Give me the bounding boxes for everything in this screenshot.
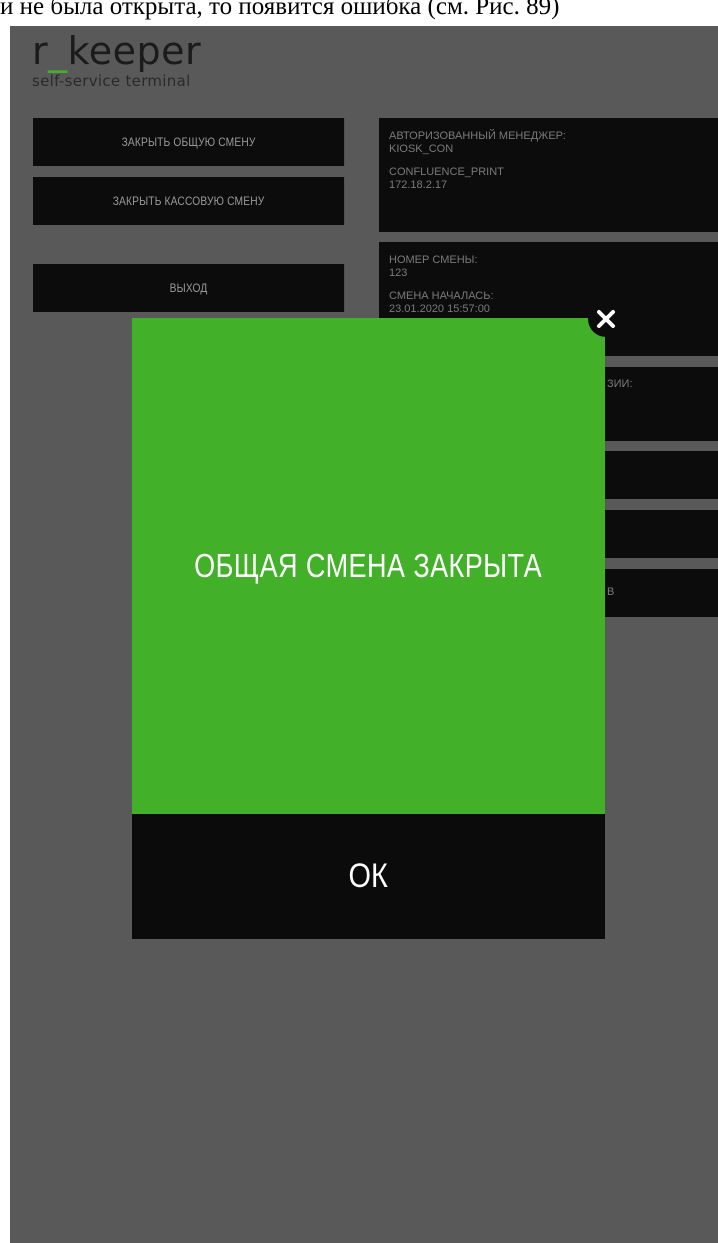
partial-info-label: ЗИИ: bbox=[607, 378, 633, 390]
close-icon bbox=[597, 310, 615, 328]
partial-button-1[interactable] bbox=[600, 451, 718, 499]
shift-number-value: 123 bbox=[389, 267, 408, 279]
manager-info-panel: АВТОРИЗОВАННЫЙ МЕНЕДЖЕР: KIOSK_CON CONFL… bbox=[379, 118, 718, 232]
close-cash-shift-button[interactable]: ЗАКРЫТЬ КАССОВУЮ СМЕНУ bbox=[33, 177, 345, 225]
document-caption: и не была открыта, то появится ошибка (с… bbox=[0, 0, 560, 20]
logo-suffix: keeper bbox=[67, 29, 202, 73]
logo-prefix: r bbox=[32, 29, 49, 73]
shift-closed-dialog: ОБЩАЯ СМЕНА ЗАКРЫТА ОК bbox=[132, 318, 605, 939]
exit-button[interactable]: ВЫХОД bbox=[33, 264, 345, 312]
partial-button-3-label: В bbox=[607, 586, 615, 598]
exit-label: ВЫХОД bbox=[169, 281, 208, 295]
logo-underscore: _ bbox=[48, 29, 68, 73]
dialog-body: ОБЩАЯ СМЕНА ЗАКРЫТА bbox=[132, 318, 605, 814]
partial-button-2[interactable] bbox=[600, 510, 718, 558]
logo-wordmark: r_keeper bbox=[32, 28, 201, 74]
shift-started-value: 23.01.2020 15:57:00 bbox=[389, 303, 490, 315]
printer-label: CONFLUENCE_PRINT bbox=[389, 166, 504, 178]
logo: r_keeper self-service terminal bbox=[32, 28, 201, 90]
close-general-shift-label: ЗАКРЫТЬ ОБЩУЮ СМЕНУ bbox=[121, 135, 256, 149]
ok-button[interactable]: ОК bbox=[132, 814, 605, 939]
printer-value: 172.18.2.17 bbox=[389, 179, 448, 191]
shift-started-label: СМЕНА НАЧАЛАСЬ: bbox=[389, 290, 494, 302]
logo-tagline: self-service terminal bbox=[32, 72, 191, 90]
ok-label: ОК bbox=[348, 857, 389, 895]
manager-value: KIOSK_CON bbox=[389, 143, 454, 155]
close-dialog-button[interactable] bbox=[588, 301, 624, 337]
close-cash-shift-label: ЗАКРЫТЬ КАССОВУЮ СМЕНУ bbox=[112, 194, 265, 208]
close-general-shift-button[interactable]: ЗАКРЫТЬ ОБЩУЮ СМЕНУ bbox=[33, 118, 345, 166]
dialog-message: ОБЩАЯ СМЕНА ЗАКРЫТА bbox=[194, 547, 543, 584]
kiosk-screen: r_keeper self-service terminal ЗАКРЫТЬ О… bbox=[10, 26, 718, 1243]
shift-number-label: НОМЕР СМЕНЫ: bbox=[389, 254, 478, 266]
partial-button-3[interactable] bbox=[600, 569, 718, 617]
manager-label: АВТОРИЗОВАННЫЙ МЕНЕДЖЕР: bbox=[389, 130, 566, 142]
